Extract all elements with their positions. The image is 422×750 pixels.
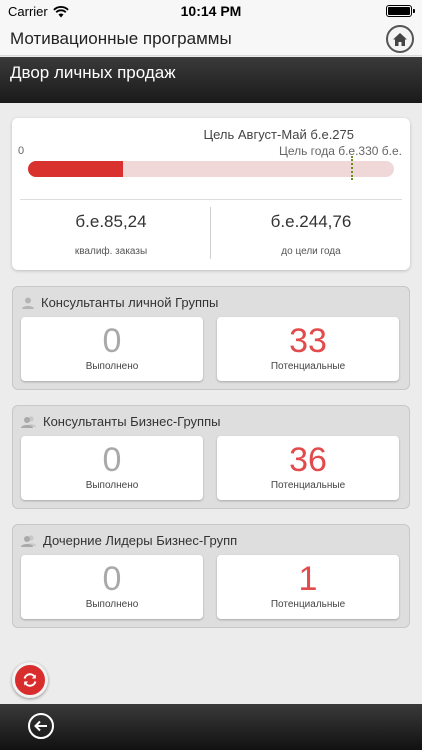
refresh-button[interactable]: [12, 662, 48, 698]
qualified-orders-label: квалиф. заказы: [74, 246, 148, 257]
app-header: Мотивационные программы: [0, 22, 422, 56]
done-tile[interactable]: 0 Выполнено: [21, 436, 203, 500]
group-header: Консультанты личной Группы: [21, 295, 218, 310]
potential-label: Потенциальные: [270, 480, 346, 491]
done-tile[interactable]: 0 Выполнено: [21, 555, 203, 619]
goal-progress-bar: [28, 161, 394, 177]
divider: [20, 199, 402, 200]
bottom-toolbar: [0, 704, 422, 750]
potential-tile[interactable]: 33 Потенциальные: [217, 317, 399, 381]
back-button[interactable]: [28, 713, 54, 739]
done-label: Выполнено: [85, 480, 139, 491]
group-title: Дочерние Лидеры Бизнес-Групп: [43, 533, 238, 548]
potential-label: Потенциальные: [270, 599, 346, 610]
group-title: Консультанты Бизнес-Группы: [43, 414, 221, 429]
status-time: 10:14 PM: [180, 3, 242, 19]
potential-tile[interactable]: 36 Потенциальные: [217, 436, 399, 500]
year-goal-label: Цель года б.е.330 б.е.: [278, 144, 402, 158]
goal-card: Цель Август-Май б.е.275 Цель года б.е.33…: [12, 118, 410, 270]
to-year-goal-label: до цели года: [281, 246, 341, 257]
home-icon: [393, 32, 407, 46]
done-count: 0: [102, 441, 122, 479]
group-header: Консультанты Бизнес-Группы: [21, 414, 220, 429]
group-personal-consultants: Консультанты личной Группы 0 Выполнено 3…: [12, 286, 410, 390]
potential-count: 36: [289, 441, 327, 479]
done-label: Выполнено: [85, 361, 139, 372]
group-child-leaders: Дочерние Лидеры Бизнес-Групп 0 Выполнено…: [12, 524, 410, 628]
home-button[interactable]: [386, 25, 414, 53]
potential-count: 1: [298, 560, 318, 598]
battery-icon: [386, 5, 415, 17]
progress-zero-label: 0: [18, 145, 25, 157]
done-count: 0: [102, 322, 122, 360]
qualified-orders-metric: б.е.85,24 квалиф. заказы: [16, 212, 206, 257]
people-icon: [21, 415, 36, 428]
people-icon: [21, 534, 36, 547]
goal-progress-fill: [28, 161, 124, 177]
section-title: Двор личных продаж: [10, 63, 176, 82]
divider: [210, 207, 211, 259]
done-label: Выполнено: [85, 599, 139, 610]
page-title: Мотивационные программы: [10, 29, 232, 48]
group-title: Консультанты личной Группы: [41, 295, 219, 310]
done-count: 0: [102, 560, 122, 598]
goal-period-label: Цель Август-Май б.е.275: [203, 127, 354, 142]
arrow-left-icon: [34, 720, 47, 732]
potential-count: 33: [289, 322, 327, 360]
potential-label: Потенциальные: [270, 361, 346, 372]
qualified-orders-value: б.е.85,24: [75, 212, 147, 231]
done-tile[interactable]: 0 Выполнено: [21, 317, 203, 381]
person-icon: [22, 297, 34, 309]
group-business-consultants: Консультанты Бизнес-Группы 0 Выполнено 3…: [12, 405, 410, 509]
status-bar: Carrier 10:14 PM: [0, 0, 422, 22]
to-year-goal-metric: б.е.244,76 до цели года: [216, 212, 406, 257]
to-year-goal-value: б.е.244,76: [270, 212, 352, 231]
section-header: Двор личных продаж: [0, 57, 422, 103]
group-header: Дочерние Лидеры Бизнес-Групп: [21, 533, 237, 548]
year-goal-marker: [351, 156, 354, 180]
potential-tile[interactable]: 1 Потенциальные: [217, 555, 399, 619]
refresh-icon: [23, 673, 37, 687]
